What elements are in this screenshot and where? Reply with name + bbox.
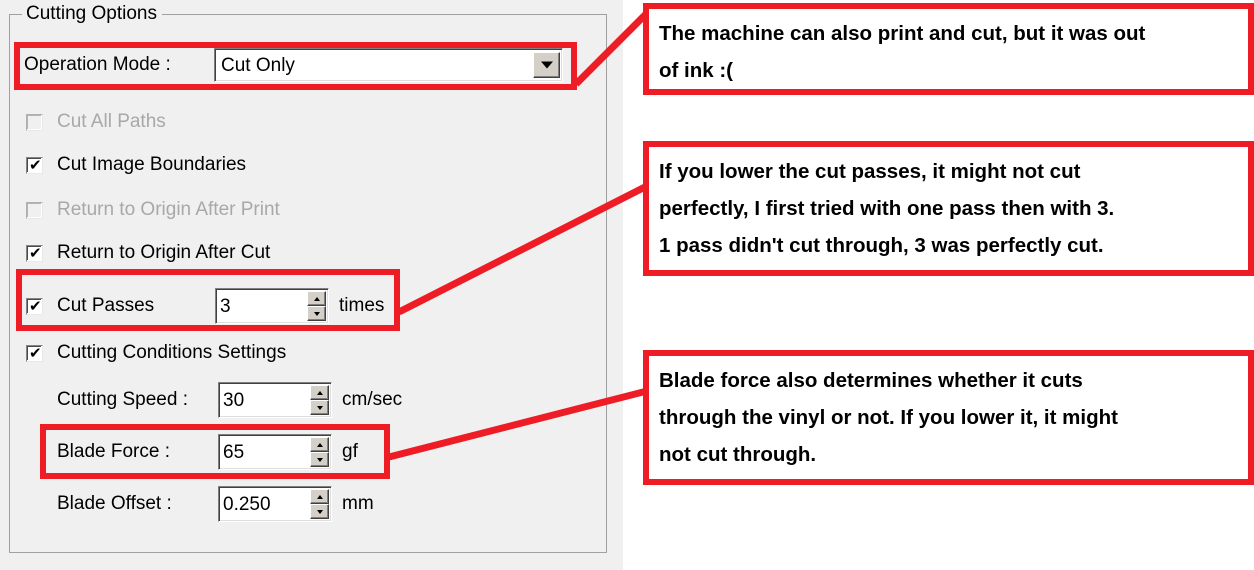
return-origin-after-cut-checkbox[interactable]: ✔ bbox=[26, 243, 43, 262]
cutting-speed-label: Cutting Speed : bbox=[57, 389, 188, 410]
blade-force-unit: gf bbox=[342, 441, 358, 462]
note-line: perfectly, I first tried with one pass t… bbox=[659, 197, 1115, 220]
operation-mode-label: Operation Mode : bbox=[24, 54, 171, 75]
stepper-up-icon[interactable] bbox=[310, 489, 329, 504]
blade-offset-value: 0.250 bbox=[223, 493, 271, 515]
note-line: Blade force also determines whether it c… bbox=[659, 369, 1083, 392]
note-line: 1 pass didn't cut through, 3 was perfect… bbox=[659, 234, 1104, 257]
note-line: of ink :( bbox=[659, 59, 734, 82]
cut-passes-checkbox[interactable]: ✔ bbox=[26, 296, 43, 315]
cutting-speed-row: Cutting Speed : 30 cm/sec bbox=[57, 382, 402, 418]
cutting-options-groupbox bbox=[9, 14, 607, 553]
cut-passes-label: Cut Passes bbox=[57, 295, 155, 316]
cutting-speed-field[interactable]: 30 bbox=[218, 382, 332, 418]
groupbox-title: Cutting Options bbox=[22, 4, 162, 24]
check-icon: ✔ bbox=[29, 296, 42, 315]
blade-offset-row: Blade Offset : 0.250 mm bbox=[57, 486, 374, 522]
cut-passes-value: 3 bbox=[220, 295, 231, 317]
return-origin-after-cut-label: Return to Origin After Cut bbox=[57, 242, 271, 263]
checkbox-row-cutting-conditions[interactable]: ✔ Cutting Conditions Settings bbox=[26, 342, 286, 364]
blade-force-value: 65 bbox=[223, 441, 245, 463]
note-cut-passes: If you lower the cut passes, it might no… bbox=[643, 141, 1254, 276]
note-line: not cut through. bbox=[659, 443, 817, 466]
blade-offset-unit: mm bbox=[342, 493, 374, 514]
cut-image-boundaries-label: Cut Image Boundaries bbox=[57, 154, 247, 175]
stepper-up-icon[interactable] bbox=[310, 437, 329, 452]
cutting-options-dialog: Cutting Options Operation Mode : Cut Onl… bbox=[0, 0, 623, 570]
stepper-up-icon[interactable] bbox=[307, 291, 326, 306]
check-icon: ✔ bbox=[29, 343, 42, 362]
blade-force-stepper[interactable] bbox=[310, 437, 329, 467]
blade-offset-field[interactable]: 0.250 bbox=[218, 486, 332, 522]
stepper-down-icon[interactable] bbox=[310, 504, 329, 519]
operation-mode-value: Cut Only bbox=[221, 54, 295, 76]
return-origin-after-print-checkbox[interactable] bbox=[26, 201, 43, 219]
return-origin-after-print-label: Return to Origin After Print bbox=[57, 199, 280, 220]
checkbox-row-return-origin-after-cut[interactable]: ✔ Return to Origin After Cut bbox=[26, 242, 270, 264]
stepper-down-icon[interactable] bbox=[310, 452, 329, 467]
cut-passes-field[interactable]: 3 bbox=[215, 288, 329, 324]
cutting-speed-stepper[interactable] bbox=[310, 385, 329, 415]
check-icon: ✔ bbox=[29, 243, 42, 262]
blade-force-label: Blade Force : bbox=[57, 441, 170, 462]
cutting-conditions-checkbox[interactable]: ✔ bbox=[26, 343, 43, 362]
check-icon: ✔ bbox=[29, 155, 42, 174]
stepper-down-icon[interactable] bbox=[310, 400, 329, 415]
cut-all-paths-checkbox[interactable] bbox=[26, 113, 43, 131]
cutting-speed-unit: cm/sec bbox=[342, 389, 403, 410]
cutting-conditions-label: Cutting Conditions Settings bbox=[57, 342, 287, 363]
blade-offset-stepper[interactable] bbox=[310, 489, 329, 519]
note-line: through the vinyl or not. If you lower i… bbox=[659, 406, 1118, 429]
operation-mode-row: Operation Mode : Cut Only bbox=[24, 48, 563, 82]
cut-passes-unit: times bbox=[339, 295, 385, 316]
checkbox-row-cut-all-paths[interactable]: Cut All Paths bbox=[26, 111, 166, 133]
stepper-up-icon[interactable] bbox=[310, 385, 329, 400]
note-line: The machine can also print and cut, but … bbox=[659, 22, 1146, 45]
checkbox-row-cut-image-boundaries[interactable]: ✔ Cut Image Boundaries bbox=[26, 154, 246, 176]
blade-force-field[interactable]: 65 bbox=[218, 434, 332, 470]
cutting-speed-value: 30 bbox=[223, 389, 245, 411]
blade-force-row: Blade Force : 65 gf bbox=[57, 434, 358, 470]
cut-passes-row: ✔ Cut Passes 3 times bbox=[26, 288, 384, 324]
checkbox-row-return-origin-after-print[interactable]: Return to Origin After Print bbox=[26, 199, 280, 221]
note-print-and-cut: The machine can also print and cut, but … bbox=[643, 3, 1254, 95]
cut-passes-stepper[interactable] bbox=[307, 291, 326, 321]
note-blade-force: Blade force also determines whether it c… bbox=[643, 350, 1254, 485]
note-line: If you lower the cut passes, it might no… bbox=[659, 160, 1081, 183]
chevron-down-icon[interactable] bbox=[533, 52, 560, 78]
cut-image-boundaries-checkbox[interactable]: ✔ bbox=[26, 155, 43, 174]
cut-all-paths-label: Cut All Paths bbox=[57, 111, 166, 132]
operation-mode-combobox[interactable]: Cut Only bbox=[214, 48, 563, 82]
blade-offset-label: Blade Offset : bbox=[57, 493, 172, 514]
stepper-down-icon[interactable] bbox=[307, 306, 326, 321]
